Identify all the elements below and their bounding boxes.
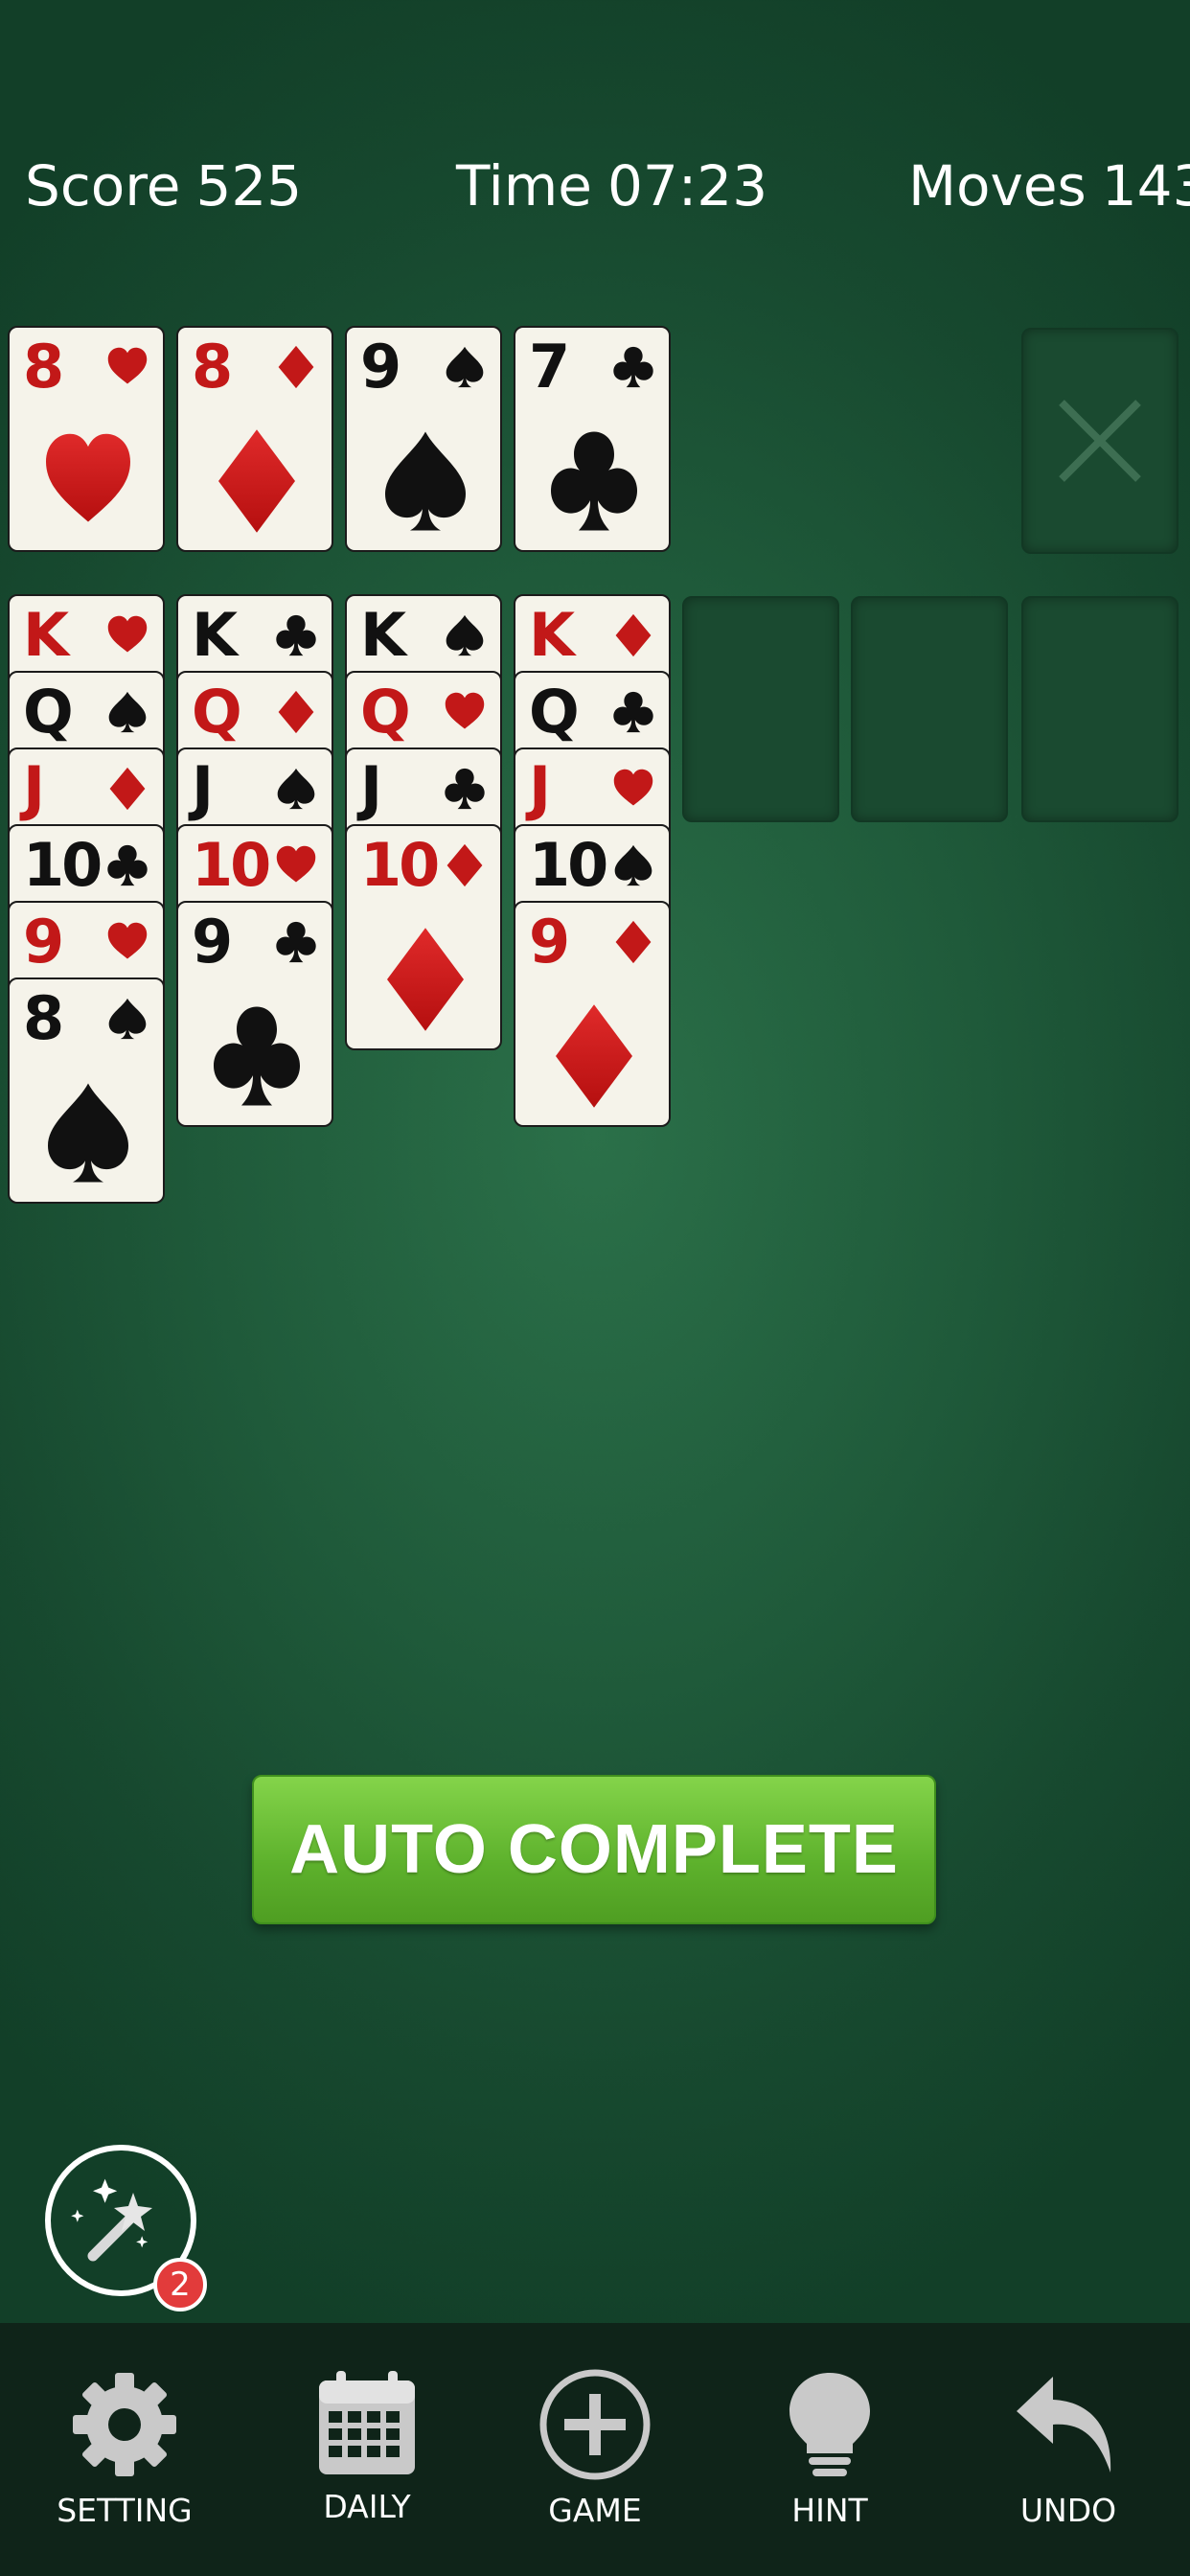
hint-button[interactable]: HINT — [734, 2323, 926, 2576]
card-rank: Q — [360, 677, 411, 747]
diamond-suit-icon — [278, 345, 314, 389]
card-rank: 9 — [360, 332, 401, 402]
card-7-clubs[interactable]: 7 — [514, 326, 671, 552]
score-value: 525 — [195, 153, 303, 218]
card-rank: 9 — [192, 907, 233, 977]
diamond-suit-icon — [218, 429, 295, 533]
undo-icon — [1017, 2377, 1111, 2472]
card-rank: 8 — [23, 983, 64, 1053]
moves-label: Moves — [908, 153, 1087, 218]
tableau-empty-slot[interactable] — [851, 596, 1008, 822]
card-10-diamonds[interactable]: 10 — [345, 824, 502, 1050]
daily-button[interactable]: DAILY — [271, 2323, 463, 2576]
setting-button[interactable]: SETTING — [29, 2323, 220, 2576]
tableau-empty-slot[interactable] — [682, 596, 839, 822]
card-rank: J — [192, 753, 214, 823]
stock-pile-empty[interactable] — [1021, 328, 1179, 554]
diamond-suit-icon — [556, 1004, 632, 1108]
card-8-hearts[interactable]: 8 — [8, 326, 165, 552]
club-suit-icon — [107, 844, 148, 886]
spade-suit-icon — [108, 691, 147, 733]
magic-count-badge: 2 — [153, 2258, 207, 2312]
bottom-toolbar: SETTING DAILY GAME HINT UNDO — [0, 2323, 1190, 2576]
daily-label: DAILY — [323, 2488, 411, 2525]
heart-suit-icon — [445, 692, 485, 729]
card-rank: K — [23, 600, 69, 670]
club-suit-icon — [551, 431, 637, 531]
spade-suit-icon — [446, 346, 484, 388]
card-8-spades[interactable]: 8 — [8, 978, 165, 1204]
calendar-icon — [319, 2371, 415, 2474]
club-suit-icon — [276, 614, 316, 656]
spade-suit-icon — [277, 768, 315, 810]
auto-complete-button[interactable]: AUTO COMPLETE — [252, 1775, 936, 1924]
score-label: Score — [25, 153, 181, 218]
club-suit-icon — [214, 1006, 300, 1106]
heart-suit-icon — [107, 615, 148, 653]
heart-suit-icon — [107, 922, 148, 959]
card-9-diamonds[interactable]: 9 — [514, 901, 671, 1127]
spade-suit-icon — [385, 431, 466, 531]
spade-suit-icon — [48, 1083, 128, 1183]
card-rank: J — [360, 753, 382, 823]
card-rank: 7 — [529, 332, 570, 402]
tableau-empty-slot[interactable] — [1021, 596, 1179, 822]
card-9-spades[interactable]: 9 — [345, 326, 502, 552]
card-rank: J — [23, 753, 45, 823]
lightbulb-icon — [790, 2373, 870, 2476]
card-rank: 10 — [192, 830, 271, 900]
undo-button[interactable]: UNDO — [973, 2323, 1164, 2576]
card-rank: 9 — [23, 907, 64, 977]
card-rank: 8 — [192, 332, 233, 402]
x-icon — [1059, 400, 1141, 482]
heart-suit-icon — [613, 769, 653, 806]
card-rank: Q — [23, 677, 74, 747]
game-label: GAME — [548, 2492, 642, 2529]
diamond-suit-icon — [615, 613, 652, 657]
card-9-clubs[interactable]: 9 — [176, 901, 333, 1127]
score-display: Score 525 — [25, 153, 302, 218]
heart-suit-icon — [107, 347, 148, 384]
time-display: Time 07:23 — [456, 153, 767, 218]
card-rank: 10 — [529, 830, 608, 900]
diamond-suit-icon — [387, 928, 464, 1031]
club-suit-icon — [445, 768, 485, 810]
card-rank: K — [192, 600, 238, 670]
heart-suit-icon — [276, 845, 316, 883]
time-label: Time — [456, 153, 592, 218]
hint-label: HINT — [791, 2492, 868, 2529]
heart-suit-icon — [46, 433, 130, 522]
time-value: 07:23 — [606, 153, 768, 218]
spade-suit-icon — [446, 614, 484, 656]
club-suit-icon — [613, 346, 653, 388]
spade-suit-icon — [614, 844, 652, 886]
club-suit-icon — [276, 921, 316, 963]
card-rank: Q — [192, 677, 242, 747]
undo-label: UNDO — [1019, 2492, 1117, 2529]
diamond-suit-icon — [109, 767, 146, 811]
score-bar: Score525 Time07:23 Moves143 — [0, 153, 1190, 230]
card-rank: K — [360, 600, 406, 670]
moves-value: 143 — [1101, 153, 1190, 218]
diamond-suit-icon — [446, 843, 483, 887]
spade-suit-icon — [108, 998, 147, 1040]
card-rank: J — [529, 753, 551, 823]
card-8-diamonds[interactable]: 8 — [176, 326, 333, 552]
setting-label: SETTING — [57, 2492, 193, 2529]
card-rank: 8 — [23, 332, 64, 402]
diamond-suit-icon — [615, 920, 652, 964]
club-suit-icon — [613, 691, 653, 733]
card-rank: 9 — [529, 907, 570, 977]
plus-circle-icon — [539, 2369, 651, 2480]
new-game-button[interactable]: GAME — [499, 2323, 691, 2576]
diamond-suit-icon — [278, 690, 314, 734]
card-rank: K — [529, 600, 575, 670]
magic-wand-icon — [71, 2178, 152, 2262]
card-rank: Q — [529, 677, 580, 747]
gear-icon — [73, 2373, 176, 2476]
card-rank: 10 — [360, 830, 440, 900]
card-rank: 10 — [23, 830, 103, 900]
moves-display: Moves143 — [908, 153, 1190, 218]
